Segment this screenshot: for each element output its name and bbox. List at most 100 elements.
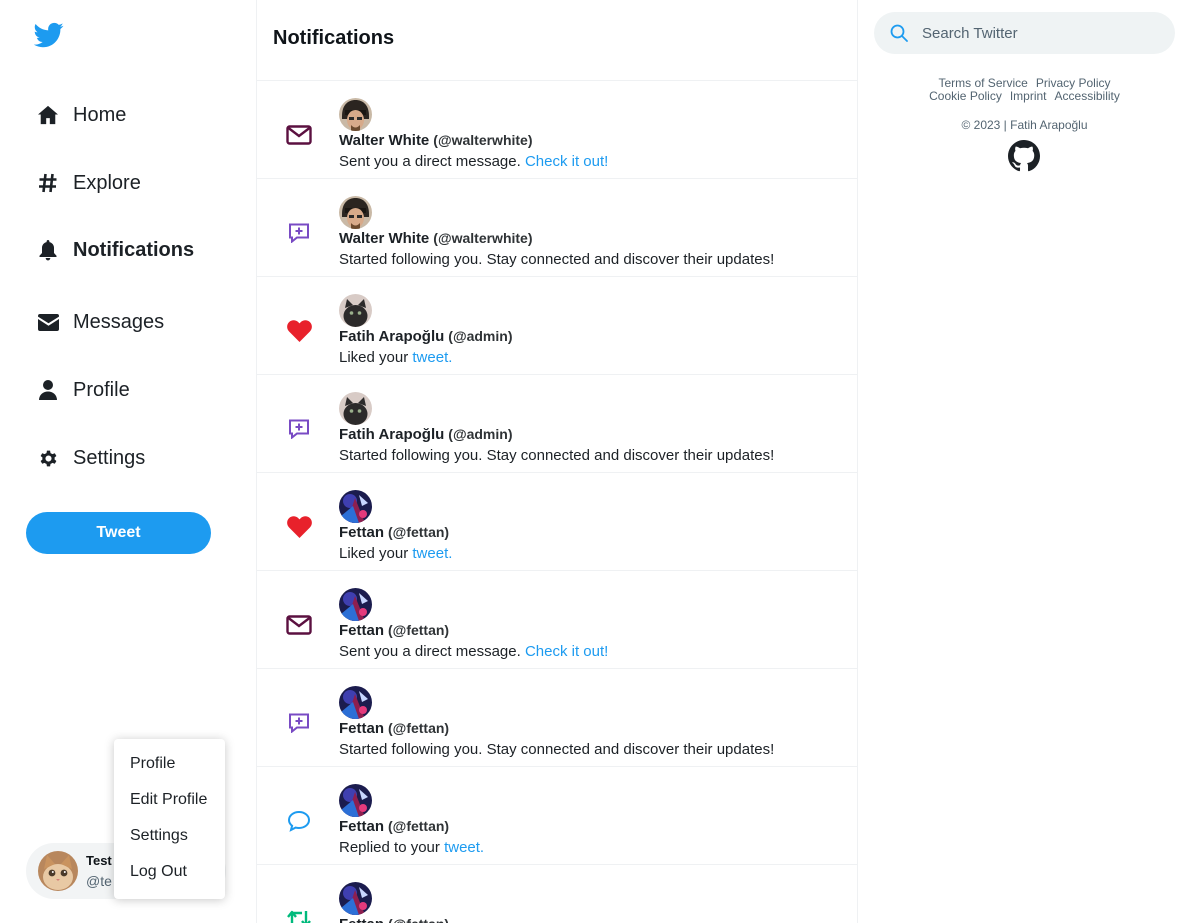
notification-item[interactable]: Fatih Arapoğlu (@admin) Liked your tweet. — [257, 277, 857, 375]
notification-message: Liked your — [339, 545, 409, 562]
notification-user-name[interactable]: Fettan — [339, 524, 384, 541]
notification-item[interactable]: Walter White (@walterwhite) Sent you a dir… — [257, 81, 857, 179]
notification-text: Sent you a direct message. Check it out! — [339, 643, 608, 660]
twitter-bird-icon[interactable] — [34, 20, 64, 50]
notification-text: Started following you. Stay connected an… — [339, 251, 774, 268]
nav-settings-label: Settings — [73, 446, 146, 469]
notification-item[interactable]: Walter White (@walterwhite) Started follow… — [257, 179, 857, 277]
notification-link[interactable]: tweet. — [412, 349, 452, 366]
notification-item[interactable]: Fettan (@fettan) Sent you a direct message… — [257, 571, 857, 669]
notification-item[interactable]: Fettan (@fettan) — [257, 865, 857, 923]
envelope-outline-icon — [285, 613, 313, 637]
search-input[interactable] — [922, 12, 1162, 54]
notification-link[interactable]: tweet. — [412, 545, 452, 562]
avatar[interactable] — [339, 294, 372, 327]
nav-messages[interactable]: Messages — [37, 304, 164, 340]
notification-message: Sent you a direct message. — [339, 153, 521, 170]
main-header: Notifications — [257, 0, 857, 81]
nav-settings[interactable]: Settings — [37, 440, 145, 476]
notification-user-name[interactable]: Fettan — [339, 818, 384, 835]
notification-user: Fatih Arapoğlu (@admin) — [339, 328, 512, 345]
notification-message: Started following you. Stay connected an… — [339, 447, 775, 464]
footer-link-terms[interactable]: Terms of Service — [938, 76, 1027, 90]
github-icon[interactable] — [1008, 140, 1040, 172]
nav-home[interactable]: Home — [37, 97, 126, 133]
user-icon — [37, 379, 59, 401]
notification-item[interactable]: Fatih Arapoğlu (@admin) Started following … — [257, 375, 857, 473]
notification-link[interactable]: tweet. — [444, 839, 484, 856]
notification-user-name[interactable]: Fatih Arapoğlu — [339, 426, 444, 443]
avatar[interactable] — [339, 490, 372, 523]
footer-link-imprint[interactable]: Imprint — [1010, 89, 1047, 103]
nav-notifications[interactable]: Notifications — [37, 232, 194, 268]
home-icon — [37, 104, 59, 126]
avatar[interactable] — [339, 784, 372, 817]
account-menu: Profile Edit Profile Settings Log Out — [114, 739, 225, 899]
notification-user-handle: (@walterwhite) — [433, 132, 533, 148]
notification-user-handle: (@fettan) — [388, 524, 450, 540]
notification-user: Fatih Arapoğlu (@admin) — [339, 426, 512, 443]
account-handle: @te — [86, 873, 112, 889]
avatar[interactable] — [339, 588, 372, 621]
gear-icon — [37, 447, 59, 469]
nav-profile[interactable]: Profile — [37, 372, 130, 408]
notification-user: Walter White (@walterwhite) — [339, 230, 533, 247]
footer-link-accessibility[interactable]: Accessibility — [1055, 89, 1120, 103]
avatar[interactable] — [339, 882, 372, 915]
notification-user-handle: (@fettan) — [388, 622, 450, 638]
menu-item-edit-profile[interactable]: Edit Profile — [114, 789, 225, 825]
avatar[interactable] — [339, 98, 372, 131]
notification-user-handle: (@walterwhite) — [433, 230, 533, 246]
notification-user-name[interactable]: Fatih Arapoğlu — [339, 328, 444, 345]
right-column: Terms of Service Privacy Policy Cookie Po… — [858, 0, 1179, 923]
search-box[interactable] — [874, 12, 1175, 54]
notification-user: Fettan(@fettan) — [339, 622, 449, 639]
notification-message: Started following you. Stay connected an… — [339, 741, 775, 758]
avatar[interactable] — [339, 686, 372, 719]
left-sidebar: Home Explore Notifications Messages Prof… — [0, 0, 256, 923]
page-title: Notifications — [273, 27, 395, 49]
heart-icon — [285, 319, 313, 343]
kitten-avatar-icon — [38, 851, 78, 891]
notification-user-handle: (@admin) — [448, 328, 513, 344]
notification-user-name[interactable]: Fettan — [339, 720, 384, 737]
notification-item[interactable]: Fettan (@fettan) Started following you. St… — [257, 669, 857, 767]
copyright: © 2023 | Fatih Arapoğlu — [961, 118, 1088, 132]
notification-message: Sent you a direct message. — [339, 643, 521, 660]
notification-user-name[interactable]: Fettan — [339, 622, 384, 639]
heart-icon — [285, 515, 313, 539]
notification-link[interactable]: Check it out! — [525, 643, 608, 660]
footer-link-cookie[interactable]: Cookie Policy — [929, 89, 1002, 103]
notification-user-handle: (@fettan) — [388, 818, 450, 834]
avatar[interactable] — [339, 392, 372, 425]
notification-user-name[interactable]: Walter White — [339, 132, 429, 149]
account-name: Test — [86, 853, 112, 868]
avatar — [38, 851, 78, 891]
footer-links: Terms of Service Privacy Policy Cookie Po… — [874, 77, 1175, 103]
envelope-icon — [37, 311, 59, 333]
footer-link-privacy[interactable]: Privacy Policy — [1036, 76, 1111, 90]
notification-user-name[interactable]: Fettan — [339, 916, 384, 923]
notification-item[interactable]: Fettan (@fettan) Liked your tweet. — [257, 473, 857, 571]
notification-user: Fettan(@fettan) — [339, 720, 449, 737]
bell-icon — [37, 239, 59, 261]
avatar[interactable] — [339, 196, 372, 229]
nav-notifications-label: Notifications — [73, 238, 195, 261]
notification-user: Fettan(@fettan) — [339, 818, 449, 835]
nav-explore-label: Explore — [73, 171, 141, 194]
menu-item-profile[interactable]: Profile — [114, 753, 225, 789]
envelope-outline-icon — [285, 123, 313, 147]
menu-item-settings[interactable]: Settings — [114, 825, 225, 861]
notification-text: Liked your tweet. — [339, 545, 452, 562]
notification-message: Replied to your — [339, 839, 440, 856]
nav-explore[interactable]: Explore — [37, 165, 141, 201]
tweet-button[interactable]: Tweet — [26, 512, 211, 554]
notification-text: Started following you. Stay connected an… — [339, 741, 774, 758]
notification-link[interactable]: Check it out! — [525, 153, 608, 170]
notification-message: Liked your — [339, 349, 409, 366]
notification-user-name[interactable]: Walter White — [339, 230, 429, 247]
menu-item-log-out[interactable]: Log Out — [114, 861, 225, 897]
notification-user-handle: (@fettan) — [388, 916, 449, 923]
notification-user: Fettan(@fettan) — [339, 524, 449, 541]
notification-item[interactable]: Fettan (@fettan) Replied to your tweet. — [257, 767, 857, 865]
